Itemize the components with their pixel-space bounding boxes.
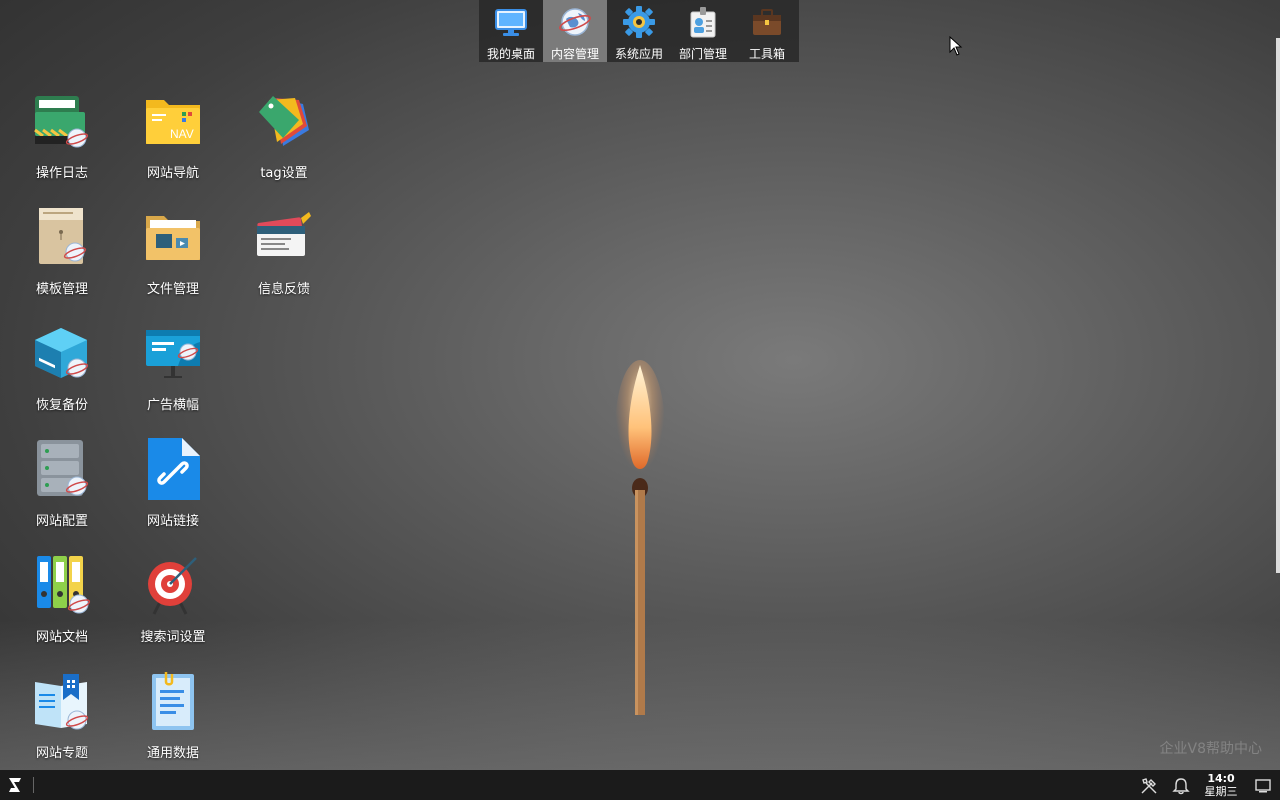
- tag-icon: [259, 96, 309, 146]
- desktop-icon-label: 广告横幅: [146, 398, 199, 413]
- start-logo-icon[interactable]: [6, 776, 24, 794]
- taskbar: 14:0 星期三: [0, 770, 1280, 800]
- toolbox-icon: [753, 9, 781, 35]
- desktop-icon-label: 通用数据: [146, 746, 199, 761]
- desktop-icon-label: 网站文档: [35, 630, 88, 645]
- desktop-icon-label: 搜索词设置: [140, 630, 206, 645]
- top-navigation: 我的桌面 内容管理 系统应用 部门管理 工具箱: [479, 0, 799, 62]
- desktop-icon-site-documents[interactable]: 网站文档: [14, 550, 110, 660]
- desktop-icon-label: 信息反馈: [257, 282, 310, 297]
- nav-system-apps[interactable]: 系统应用: [607, 0, 671, 62]
- nav-content-management[interactable]: 内容管理: [543, 0, 607, 62]
- id-badge-icon: [690, 7, 716, 38]
- nav-label: 系统应用: [614, 47, 663, 61]
- desktop-icon-label: 网站链接: [146, 514, 199, 529]
- desktop-icon-ad-banner[interactable]: 广告横幅: [125, 318, 221, 428]
- gear-icon: [623, 6, 655, 38]
- clock-weekday: 星期三: [1204, 785, 1238, 798]
- clock-time: 14:0: [1207, 772, 1235, 785]
- banner-icon: [146, 330, 200, 378]
- watermark: 企业V8帮助中心: [1159, 741, 1262, 757]
- link-document-icon: [148, 438, 200, 500]
- desktop-icon-site-topics[interactable]: 网站专题: [14, 666, 110, 776]
- desktop-icon-label: 网站导航: [146, 166, 199, 181]
- topic-book-icon: [35, 674, 89, 730]
- scrollbar[interactable]: [1276, 38, 1280, 573]
- tools-icon[interactable]: [1140, 777, 1158, 795]
- desktop-icon-label: 网站配置: [35, 514, 88, 529]
- desktop-icon-restore-backup[interactable]: 恢复备份: [14, 318, 110, 428]
- desktop-icon-label: 文件管理: [146, 282, 199, 297]
- feedback-icon: [257, 212, 311, 256]
- show-desktop-icon[interactable]: [1254, 777, 1272, 795]
- backup-icon: [35, 328, 89, 378]
- nav-label: 工具箱: [748, 47, 785, 61]
- nav-my-desktop[interactable]: 我的桌面: [479, 0, 543, 62]
- template-icon: [39, 208, 87, 264]
- desktop-icon-operation-log[interactable]: 操作日志: [14, 86, 110, 196]
- monitor-icon: [495, 9, 527, 36]
- desktop-icon-site-config[interactable]: 网站配置: [14, 434, 110, 544]
- desktop-icon-label: 操作日志: [35, 166, 88, 181]
- desktop-icon-site-navigation[interactable]: NAV 网站导航: [125, 86, 221, 196]
- svg-text:NAV: NAV: [170, 127, 194, 141]
- nav-department-management[interactable]: 部门管理: [671, 0, 735, 62]
- notification-bell-icon[interactable]: [1172, 777, 1190, 795]
- target-icon: [148, 557, 197, 615]
- operation-log-icon: [34, 96, 89, 148]
- nav-label: 部门管理: [678, 47, 727, 61]
- file-folder-icon: [146, 216, 200, 260]
- binders-icon: [37, 556, 91, 614]
- desktop-icon-site-links[interactable]: 网站链接: [125, 434, 221, 544]
- desktop-icon-feedback[interactable]: 信息反馈: [236, 202, 332, 312]
- globe-icon: [559, 8, 591, 36]
- desktop-icon-label: tag设置: [260, 166, 308, 181]
- desktop-icon-search-keywords[interactable]: 搜索词设置: [125, 550, 221, 660]
- match-flame-wallpaper: [615, 360, 665, 715]
- desktop-icon-common-data[interactable]: 通用数据: [125, 666, 221, 776]
- desktop-icon-label: 模板管理: [35, 282, 88, 297]
- nav-label: 内容管理: [550, 47, 599, 61]
- taskbar-divider: [33, 777, 34, 793]
- clipboard-data-icon: [152, 672, 194, 730]
- desktop-icon-file-management[interactable]: 文件管理: [125, 202, 221, 312]
- server-config-icon: [37, 440, 89, 496]
- mouse-cursor-icon: [949, 36, 963, 56]
- nav-folder-icon: NAV: [146, 100, 200, 144]
- desktop-icon-label: 恢复备份: [35, 398, 88, 413]
- desktop-icon-tag-settings[interactable]: tag设置: [236, 86, 332, 196]
- taskbar-clock[interactable]: 14:0 星期三: [1200, 772, 1242, 798]
- nav-toolbox[interactable]: 工具箱: [735, 0, 799, 62]
- desktop-icon-label: 网站专题: [35, 746, 88, 761]
- nav-label: 我的桌面: [486, 47, 535, 61]
- desktop-icon-template-management[interactable]: 模板管理: [14, 202, 110, 312]
